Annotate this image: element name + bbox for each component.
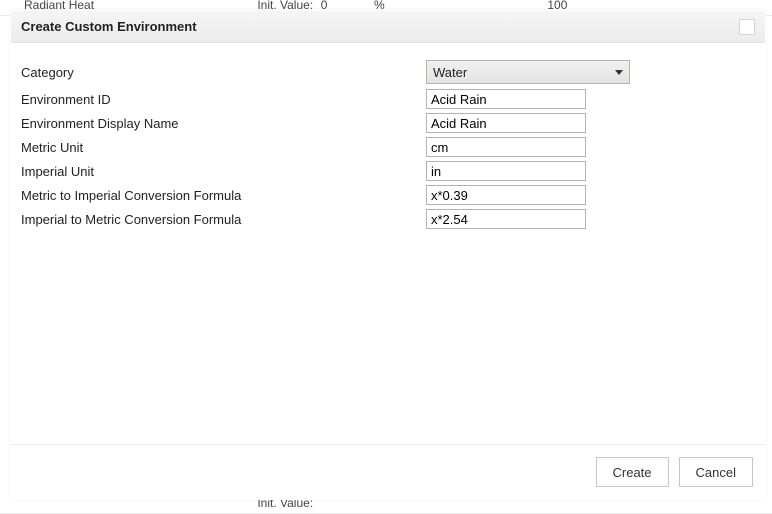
create-custom-environment-dialog: Create Custom Environment Category Water… (10, 10, 766, 500)
env-id-label: Environment ID (21, 92, 426, 107)
i2m-label: Imperial to Metric Conversion Formula (21, 212, 426, 227)
dialog-close-button[interactable] (739, 19, 755, 35)
form-area: Category Water Environment ID Environmen… (11, 43, 765, 444)
category-value: Water (433, 65, 467, 80)
category-label: Category (21, 65, 426, 80)
i2m-input[interactable] (426, 209, 586, 229)
imperial-unit-input[interactable] (426, 161, 586, 181)
dialog-titlebar: Create Custom Environment (11, 11, 765, 43)
button-bar: Create Cancel (11, 444, 765, 499)
m2i-label: Metric to Imperial Conversion Formula (21, 188, 426, 203)
chevron-down-icon (615, 70, 623, 75)
m2i-input[interactable] (426, 185, 586, 205)
env-id-input[interactable] (426, 89, 586, 109)
env-display-label: Environment Display Name (21, 116, 426, 131)
metric-unit-input[interactable] (426, 137, 586, 157)
cancel-button[interactable]: Cancel (679, 457, 753, 487)
dialog-title: Create Custom Environment (21, 19, 197, 34)
env-display-input[interactable] (426, 113, 586, 133)
imperial-unit-label: Imperial Unit (21, 164, 426, 179)
category-dropdown[interactable]: Water (426, 60, 630, 84)
metric-unit-label: Metric Unit (21, 140, 426, 155)
create-button[interactable]: Create (596, 457, 669, 487)
